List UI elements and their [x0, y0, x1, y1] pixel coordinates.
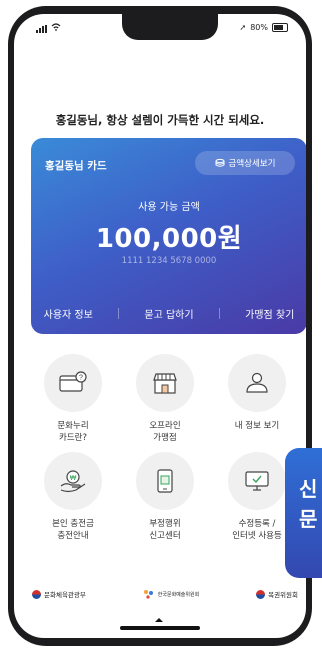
chevron-up-icon[interactable] — [155, 618, 163, 622]
svg-text:₩: ₩ — [70, 475, 77, 482]
available-label: 사용 가능 금액 — [138, 202, 200, 213]
arts-council-icon — [143, 590, 153, 599]
divider — [118, 308, 120, 319]
logo-label: 한국문화예술위원회 — [157, 591, 200, 598]
floating-banner[interactable]: 신 문 — [285, 448, 322, 578]
menu-item-card-info[interactable]: ? 문화누리 카드란? — [28, 354, 118, 444]
taegeuk-icon — [256, 589, 266, 599]
notch — [122, 14, 218, 40]
user-info-link[interactable]: 사용자 정보 — [44, 306, 93, 321]
balance-detail-label: 금액상세보기 — [228, 159, 276, 169]
menu-label: 부정행위 신고센터 — [149, 519, 181, 541]
divider — [218, 308, 220, 319]
coin-stack-icon — [215, 158, 225, 167]
greeting-text: 홍길동님, 항상 설렘이 가득한 시간 되세요. — [55, 113, 265, 127]
card-number: 1111 1234 5678 0000 — [121, 256, 217, 266]
battery-icon — [272, 23, 288, 32]
monitor-icon — [228, 452, 286, 510]
balance-detail-button[interactable]: 금액상세보기 — [195, 151, 295, 175]
location-icon: ➚ — [239, 23, 247, 32]
card-name: 홍길동님 카드 — [45, 160, 107, 172]
menu-label: 내 정보 보기 — [234, 421, 280, 431]
logo-lottery-commission: 복권위원회 — [248, 583, 306, 605]
floating-banner-text: 신 문 — [299, 477, 318, 531]
menu-label: 문화누리 카드란? — [57, 421, 89, 443]
user-icon — [228, 354, 286, 412]
app-screen: ➚ 80% 홍길동님, 항상 설렘이 가득한 시간 되세요. 홍길동님 카드 금… — [14, 14, 306, 638]
report-phone-icon — [136, 452, 194, 510]
menu-label: 오프라인 가맹점 — [149, 421, 181, 443]
home-indicator[interactable] — [120, 626, 200, 630]
store-icon — [136, 354, 194, 412]
menu-item-my-info[interactable]: 내 정보 보기 — [212, 354, 302, 432]
logo-label: 복권위원회 — [268, 591, 298, 599]
menu-label: 본인 충전금 충전안내 — [52, 519, 94, 541]
svg-text:?: ? — [79, 375, 83, 382]
wifi-icon — [51, 23, 61, 34]
battery-text: 80% — [250, 23, 268, 32]
logo-arts-council: 한국문화예술위원회 — [135, 583, 207, 605]
status-right: ➚ 80% — [240, 23, 288, 32]
taegeuk-icon — [32, 589, 41, 599]
qna-link[interactable]: 묻고 답하기 — [144, 306, 193, 321]
logo-ministry: 문화체육관광부 — [24, 583, 94, 605]
menu-item-offline-store[interactable]: 오프라인 가맹점 — [120, 354, 210, 444]
signal-icon — [36, 24, 47, 33]
status-left — [36, 23, 61, 34]
logo-label: 문화체육관광부 — [44, 591, 86, 599]
menu-item-report-center[interactable]: 부정행위 신고센터 — [120, 452, 210, 542]
card-links: 사용자 정보 묻고 답하기 가맹점 찾기 — [31, 306, 306, 321]
find-store-link[interactable]: 가맹점 찾기 — [245, 306, 294, 321]
card-question-icon: ? — [44, 354, 102, 412]
partner-logos: 문화체육관광부 한국문화예술위원회 복권위원회 — [24, 582, 306, 606]
charge-hand-icon: ₩ — [44, 452, 102, 510]
available-amount: 100,000원 — [95, 224, 243, 254]
menu-item-charge-guide[interactable]: ₩ 본인 충전금 충전안내 — [28, 452, 118, 542]
culture-card[interactable]: 홍길동님 카드 금액상세보기 사용 가능 금액 100,000원 1111 12… — [31, 138, 306, 334]
